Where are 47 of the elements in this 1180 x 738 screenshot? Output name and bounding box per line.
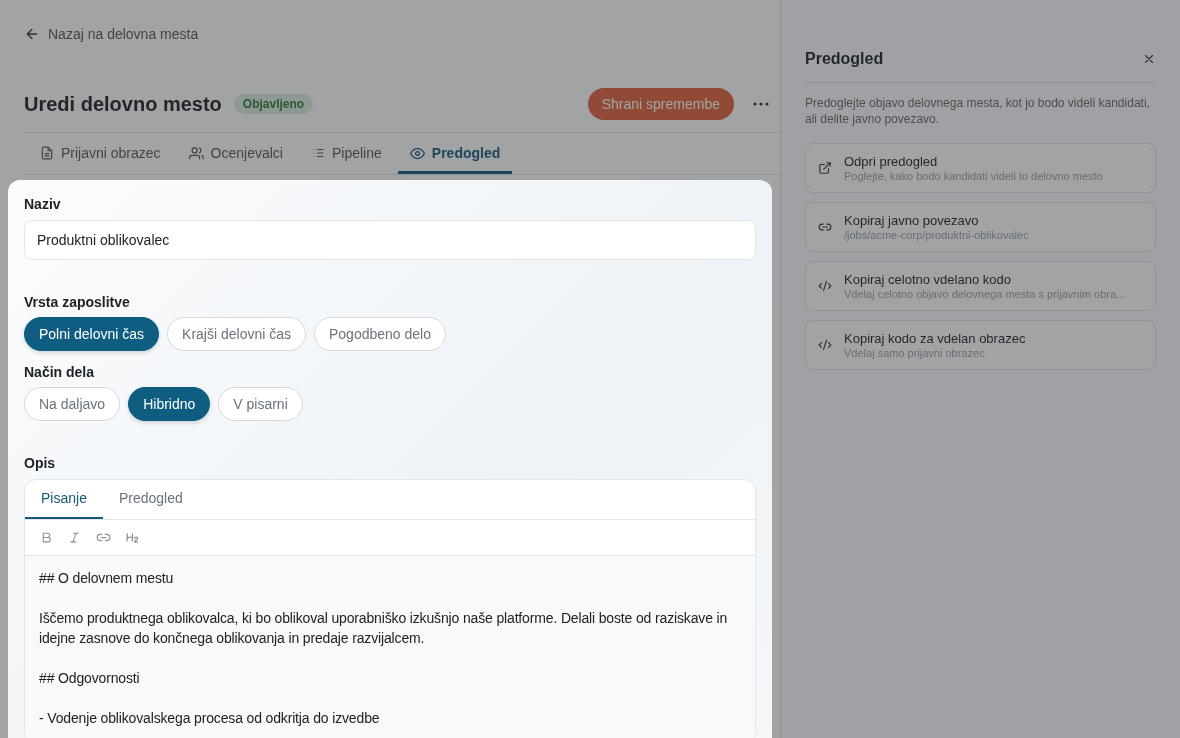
- back-arrow-icon: [24, 26, 40, 42]
- field-label: Naziv: [24, 196, 61, 212]
- editor-text: ## O delovnem mestu: [39, 569, 175, 588]
- option-chip[interactable]: Polni delovni čas: [24, 317, 160, 351]
- status-badge: Objavljeno: [233, 94, 314, 114]
- back-link[interactable]: Nazaj na delovna mesta: [24, 26, 199, 42]
- field-label: Način dela: [24, 364, 95, 380]
- panel-title: Predogled: [805, 50, 884, 68]
- users-icon: [188, 145, 204, 161]
- save-button[interactable]: Shrani spremembe: [587, 88, 734, 120]
- action-title: Kopiraj celotno vdelano kodo: [844, 272, 1012, 287]
- italic-icon[interactable]: [68, 531, 81, 544]
- tab[interactable]: Ocenjevalci: [176, 133, 295, 174]
- action-title: Kopiraj javno povezavo: [844, 213, 980, 228]
- editor-tab[interactable]: Pisanje: [25, 480, 103, 519]
- heading-icon[interactable]: [126, 531, 140, 544]
- option-chip[interactable]: Pogodbeno delo: [314, 317, 446, 351]
- close-icon[interactable]: [1142, 52, 1156, 66]
- tab[interactable]: Predogled: [397, 133, 513, 174]
- list-icon: [311, 146, 325, 160]
- bold-icon[interactable]: [40, 531, 53, 544]
- eye-icon: [409, 145, 425, 161]
- page-title: Uredi delovno mesto: [24, 92, 222, 116]
- action-card[interactable]: Kopiraj javno povezavo /jobs/acme-corp/produktni-oblikovalec: [805, 202, 1156, 252]
- external-link-icon: [818, 161, 832, 175]
- document-icon: [40, 146, 54, 160]
- option-chip[interactable]: Krajši delovni čas: [167, 317, 306, 351]
- link-icon: [818, 220, 832, 234]
- option-chip[interactable]: Hibridno: [128, 387, 211, 421]
- action-title: Kopiraj kodo za vdelan obrazec: [844, 331, 1026, 346]
- tab[interactable]: Prijavni obrazec: [28, 133, 173, 174]
- field-label: Vrsta zaposlitve: [24, 294, 130, 310]
- editor-text: ## Odgovornosti: [39, 669, 141, 688]
- editor-tab[interactable]: Predogled: [102, 480, 199, 519]
- action-subtitle: /jobs/acme-corp/produktni-oblikovalec: [844, 229, 1029, 241]
- more-icon[interactable]: [752, 102, 770, 106]
- code-icon: [818, 279, 832, 293]
- field-label: Opis: [24, 455, 56, 471]
- code-icon: [818, 338, 832, 352]
- title-input-field[interactable]: Produktni oblikovalec: [24, 220, 756, 260]
- editor-text: Iščemo produktnega oblikovalca, ki bo oblikoval uporabniško izkušnjo naše platforme. Delali boste od raziskave in idejne zasnove do končnega oblikovanja in predaje razvijalcem.: [39, 609, 729, 648]
- option-chip[interactable]: Na daljavo: [24, 387, 121, 421]
- editor-text: - Vodenje oblikovalskega procesa od odkritja do izvedbe: [39, 709, 381, 728]
- action-title: Odpri predogled: [844, 154, 939, 169]
- option-chip[interactable]: V pisarni: [218, 387, 303, 421]
- panel-description: Predoglejte objavo delovnega mesta, kot jo bodo videli kandidati, ali delite javno povezavo.: [805, 95, 1151, 127]
- tab[interactable]: Pipeline: [299, 133, 394, 174]
